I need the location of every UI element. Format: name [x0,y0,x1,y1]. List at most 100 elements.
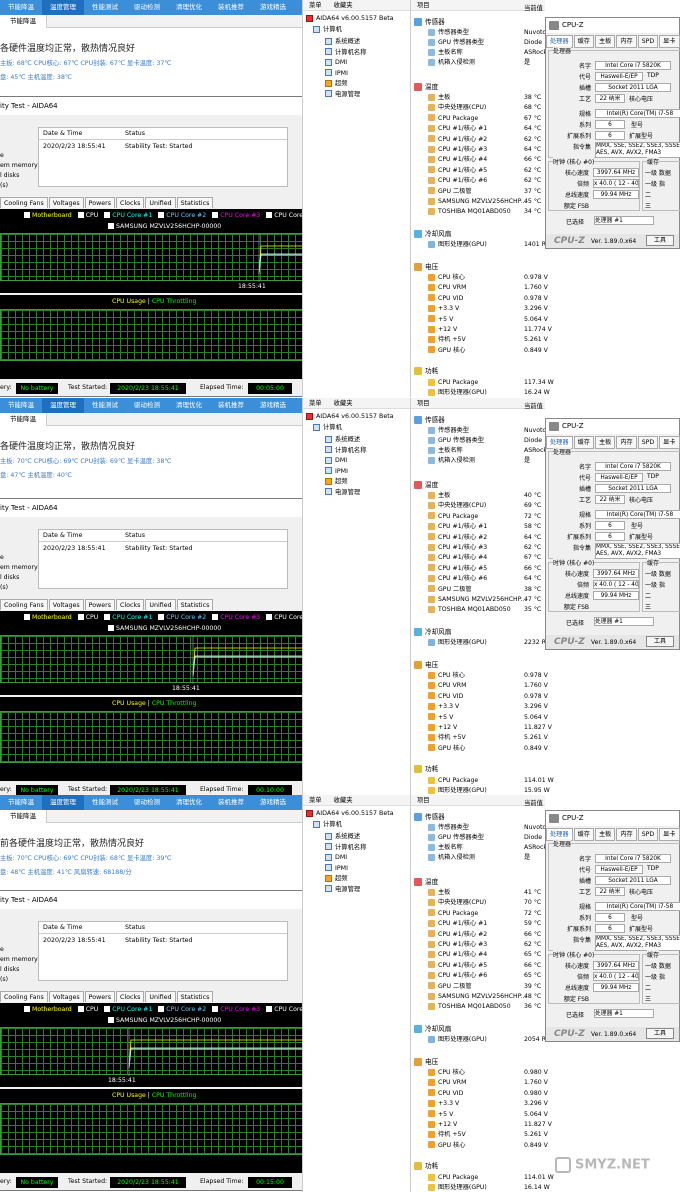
sensor-row-2[interactable]: 主板名称 [428,48,463,58]
stress-option-1[interactable]: em memory [0,161,38,171]
volt-row-4[interactable]: +5 V [428,315,453,325]
temp-row-8[interactable]: CPU #1/核心 #6 [428,176,487,186]
temp-row-0[interactable]: 主板 [428,888,450,898]
temp-row-10[interactable]: SAMSUNG MZVLV256HCHP... [428,595,526,605]
tree-item-3[interactable]: IPMI [325,467,348,477]
chart-tab-3[interactable]: Clocks [116,991,145,1002]
volt-row-0[interactable]: CPU 核心 [428,1068,465,1078]
sensor-row-1[interactable]: GPU 传感器类型 [428,833,484,843]
top-tab-2[interactable]: 性能测试 [84,0,126,15]
volt-row-3[interactable]: +3.3 V [428,1099,459,1109]
temp-row-0[interactable]: 主板 [428,491,450,501]
cpuz-tab-1[interactable]: 缓存 [573,436,594,449]
tree-item-0[interactable]: 系统概述 [325,832,360,842]
chart-tab-5[interactable]: Statistics [176,197,214,208]
cpuz-tools-button[interactable]: 工具 [646,636,674,647]
legend-checkbox-icon[interactable] [158,1006,165,1012]
legend-core3[interactable]: CPU Core #3 [212,212,260,219]
cpuz-tab-2[interactable]: 主板 [594,35,616,48]
tree-computer[interactable]: 计算机 [313,820,342,830]
section-volt[interactable]: 电压 [414,660,438,670]
tree-item-2[interactable]: DMI [325,853,347,863]
chart-tab-3[interactable]: Clocks [116,197,145,208]
favorites-tab[interactable]: 收藏夹 [328,2,359,9]
volt-row-1[interactable]: CPU VRM [428,681,466,691]
menu-tab[interactable]: 菜单 [303,797,328,804]
sensor-row-0[interactable]: 传感器类型 [428,823,469,833]
volt-row-6[interactable]: 待机 +5V [428,733,466,743]
top-tab-0[interactable]: 节能降温 [0,0,42,15]
volt-row-2[interactable]: CPU VID [428,1089,463,1099]
section-sensor[interactable]: 传感器 [414,415,445,425]
temp-row-11[interactable]: TOSHIBA MQ01ABD050 [428,1002,511,1012]
section-temp[interactable]: 温度 [414,82,438,92]
volt-row-6[interactable]: 待机 +5V [428,1130,466,1140]
cpuz-tab-1[interactable]: 缓存 [573,828,594,841]
tree-item-5[interactable]: 电源管理 [325,488,360,498]
section-power[interactable]: 功耗 [414,764,438,774]
legend-core2[interactable]: CPU Core #2 [158,614,206,621]
temp-row-5[interactable]: CPU #1/核心 #3 [428,940,487,950]
volt-row-6[interactable]: 待机 +5V [428,335,466,345]
legend-core1[interactable]: CPU Core #1 [104,212,152,219]
temp-row-4[interactable]: CPU #1/核心 #2 [428,930,487,940]
top-tab-2[interactable]: 性能测试 [84,398,126,413]
top-tab-1[interactable]: 温度管理 [42,0,84,15]
cpuz-tab-4[interactable]: SPD [637,436,659,449]
legend-checkbox-icon[interactable] [158,212,165,218]
volt-row-5[interactable]: +12 V [428,325,457,335]
top-tab-0[interactable]: 节能降温 [0,398,42,413]
legend-checkbox-icon[interactable] [158,614,165,620]
legend-checkbox-icon[interactable] [212,212,219,218]
volt-row-1[interactable]: CPU VRM [428,1078,466,1088]
temp-row-11[interactable]: TOSHIBA MQ01ABD050 [428,207,511,217]
sensor-row-2[interactable]: 主板名称 [428,843,463,853]
chart-tab-0[interactable]: Cooling Fans [0,599,48,610]
tree-item-3[interactable]: IPMI [325,864,348,874]
temp-row-10[interactable]: SAMSUNG MZVLV256HCHP... [428,992,526,1002]
favorites-tab[interactable]: 收藏夹 [328,797,359,804]
legend-cpu[interactable]: CPU [77,614,98,621]
sensor-row-1[interactable]: GPU 传感器类型 [428,38,484,48]
stress-option-2[interactable]: l disks [0,573,19,583]
sensor-row-0[interactable]: 传感器类型 [428,28,469,38]
stress-option-0[interactable]: e [0,553,4,563]
top-tab-6[interactable]: 游戏精选 [252,795,294,810]
chart-tab-0[interactable]: Cooling Fans [0,197,48,208]
cpuz-tab-5[interactable]: 显卡 [659,436,680,449]
temp-row-8[interactable]: CPU #1/核心 #6 [428,574,487,584]
top-tab-6[interactable]: 游戏精选 [252,0,294,15]
volt-row-4[interactable]: +5 V [428,713,453,723]
top-tab-6[interactable]: 游戏精选 [252,398,294,413]
volt-row-0[interactable]: CPU 核心 [428,273,465,283]
section-sensor[interactable]: 传感器 [414,812,445,822]
sensor-row-2[interactable]: 主板名称 [428,446,463,456]
cpuz-tab-3[interactable]: 内存 [616,436,637,449]
temp-row-5[interactable]: CPU #1/核心 #3 [428,145,487,155]
cpuz-tab-2[interactable]: 主板 [594,828,616,841]
fan-row-gpu[interactable]: 图形处理器(GPU) [428,1035,487,1045]
legend-motherboard[interactable]: Motherboard [24,614,72,621]
stress-option-2[interactable]: l disks [0,965,19,975]
volt-row-1[interactable]: CPU VRM [428,283,466,293]
legend-core1[interactable]: CPU Core #1 [104,1006,152,1013]
col-item-header[interactable]: 项目 [417,2,430,9]
section-sensor[interactable]: 传感器 [414,17,445,27]
legend-ssd[interactable]: SAMSUNG MZVLV256HCHP-00000 [108,223,221,230]
chart-tab-3[interactable]: Clocks [116,599,145,610]
chart-tab-4[interactable]: Unified [145,599,176,610]
legend-checkbox-icon[interactable] [24,212,30,218]
stress-option-1[interactable]: em memory [0,955,38,965]
menu-tab[interactable]: 菜单 [303,2,328,9]
temp-row-6[interactable]: CPU #1/核心 #4 [428,553,487,563]
col-item-header[interactable]: 项目 [417,797,430,804]
section-fan[interactable]: 冷却风扇 [414,229,451,239]
stress-option-3[interactable]: (s) [0,181,8,191]
top-tab-4[interactable]: 清理优化 [168,795,210,810]
legend-ssd[interactable]: SAMSUNG MZVLV256HCHP-00000 [108,1017,221,1024]
legend-checkbox-icon[interactable] [24,1006,30,1012]
legend-checkbox-icon[interactable] [212,1006,219,1012]
tree-item-0[interactable]: 系统概述 [325,435,360,445]
section-fan[interactable]: 冷却风扇 [414,1024,451,1034]
top-tab-1[interactable]: 温度管理 [42,795,84,810]
